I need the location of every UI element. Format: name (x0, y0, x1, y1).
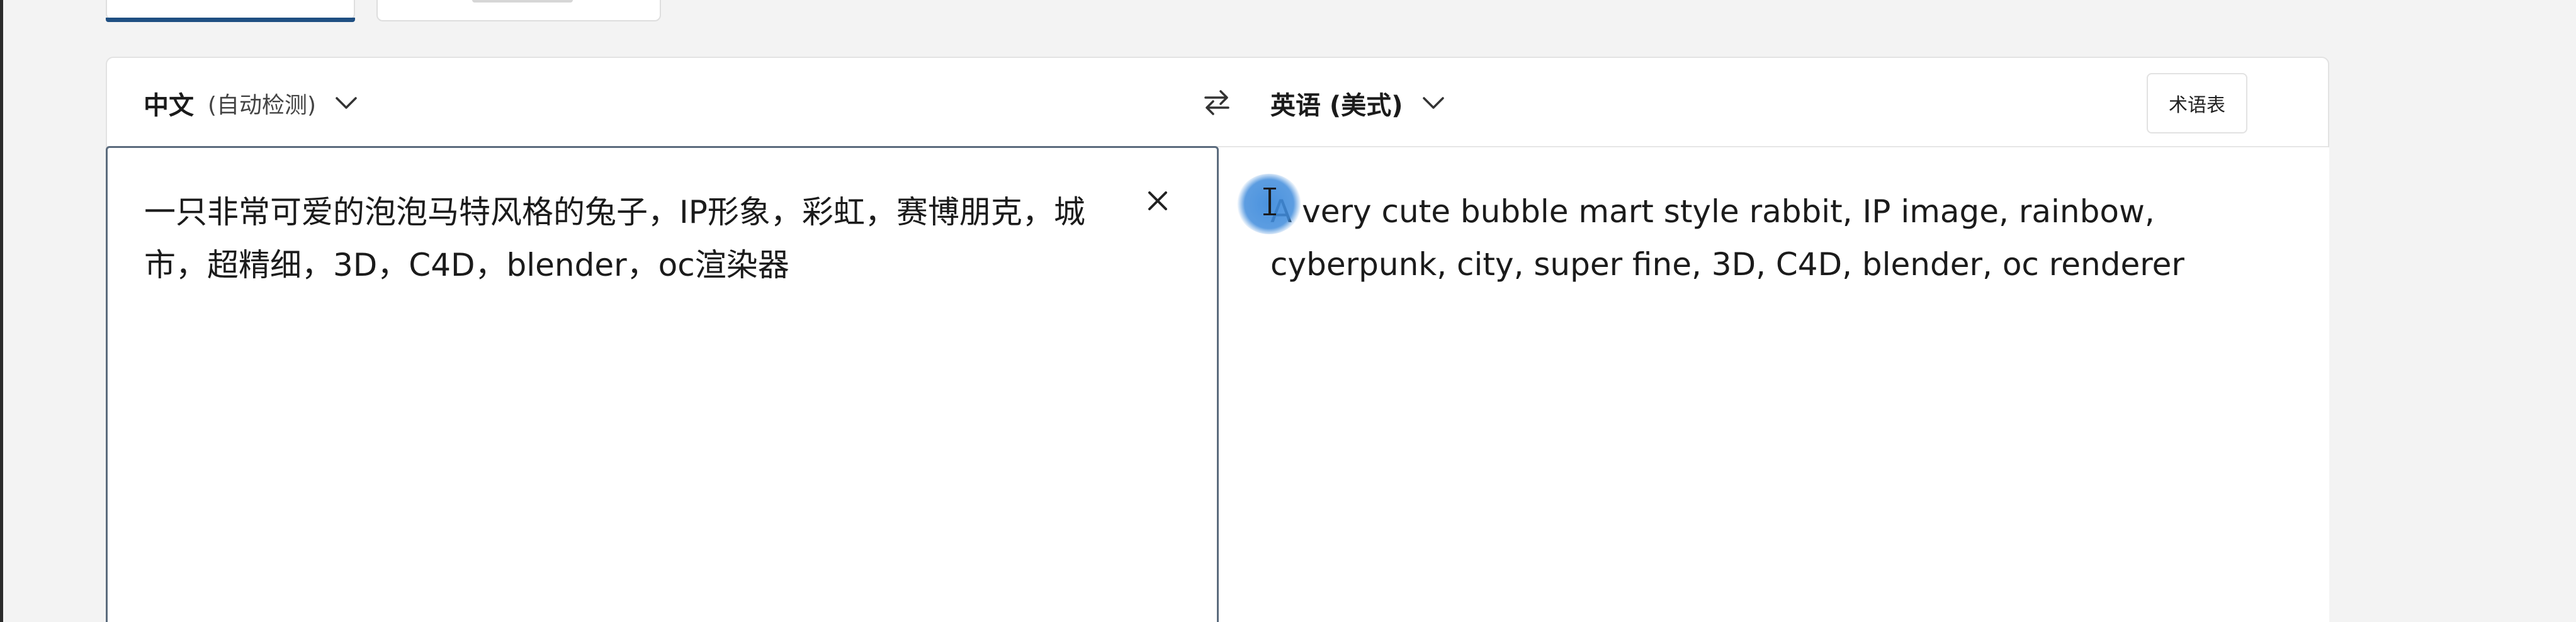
close-icon (1146, 189, 1169, 215)
source-text[interactable]: 一只非常可爱的泡泡马特风格的兔子，IP形象，彩虹，赛博朋克，城市，超精细，3D，… (144, 186, 1101, 291)
swap-languages-button[interactable] (1195, 82, 1239, 126)
target-language-selector[interactable]: 英语 (美式) (1270, 86, 1446, 121)
translation-card: 中文 (自动检测) 英语 (美式) 术语表 一只非常可爱的泡泡马特风格的兔子，I… (106, 57, 2329, 622)
source-language-label: 中文 (144, 91, 194, 120)
source-text-area[interactable]: 一只非常可爱的泡泡马特风格的兔子，IP形象，彩虹，赛博朋克，城市，超精细，3D，… (106, 146, 1219, 622)
source-language-selector[interactable]: 中文 (自动检测) (144, 86, 359, 121)
chevron-down-icon (1421, 91, 1446, 116)
text-cursor-icon (1263, 188, 1276, 215)
clear-text-button[interactable] (1139, 183, 1177, 221)
translated-text[interactable]: A very cute bubble mart style rabbit, IP… (1270, 185, 2278, 291)
auto-detect-label: (自动检测) (208, 93, 317, 118)
glossary-button[interactable]: 术语表 (2147, 73, 2247, 133)
chevron-down-icon (334, 91, 359, 116)
tab-label-cutoff (472, 0, 573, 3)
swap-arrows-icon (1200, 88, 1233, 120)
window-edge (0, 0, 3, 622)
active-tab-indicator (106, 18, 355, 22)
translation-output-area: A very cute bubble mart style rabbit, IP… (1219, 147, 2329, 622)
window-background (2329, 0, 2576, 622)
tab-document-translation[interactable] (376, 0, 661, 21)
target-language-label: 英语 (美式) (1270, 91, 1403, 120)
translator-app: 中文 (自动检测) 英语 (美式) 术语表 一只非常可爱的泡泡马特风格的兔子，I… (0, 0, 2576, 622)
language-bar: 中文 (自动检测) 英语 (美式) 术语表 (107, 58, 2328, 147)
